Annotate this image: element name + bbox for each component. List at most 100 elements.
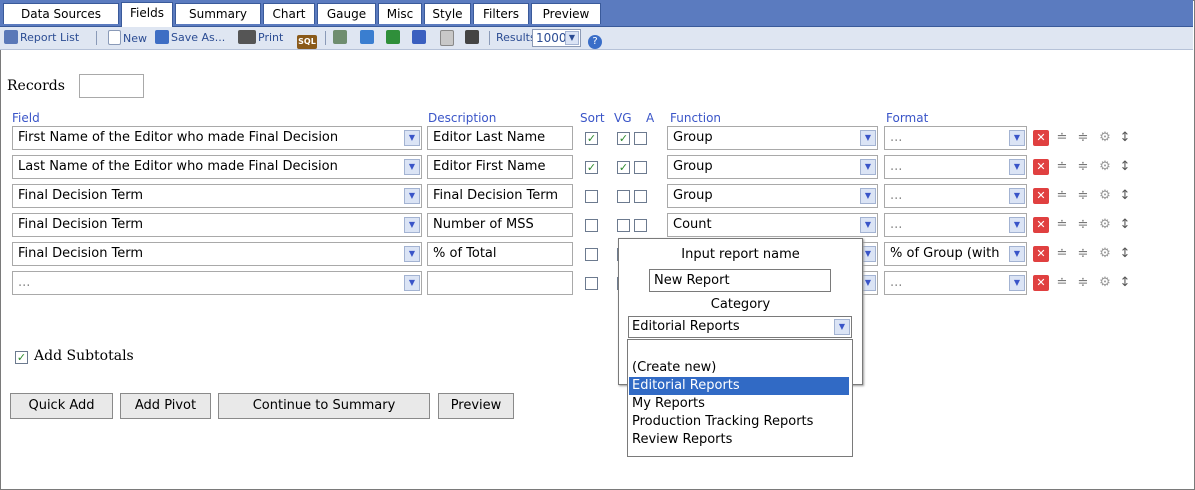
delete-row-icon[interactable]: ✕ — [1033, 246, 1049, 262]
description-input[interactable]: Number of MSS — [427, 213, 573, 237]
delete-row-icon[interactable]: ✕ — [1033, 159, 1049, 175]
move-up-icon[interactable]: ≐ — [1054, 275, 1070, 291]
field-select[interactable]: First Name of the Editor who made Final … — [12, 126, 422, 150]
description-input[interactable]: Final Decision Term — [427, 184, 573, 208]
tab-style[interactable]: Style — [424, 3, 471, 24]
quick-add-button[interactable]: Quick Add — [10, 393, 113, 419]
category-option[interactable]: Production Tracking Reports — [629, 413, 849, 431]
continue-to-summary-button[interactable]: Continue to Summary — [218, 393, 430, 419]
a-checkbox[interactable] — [634, 219, 647, 232]
drag-handle-icon[interactable]: ↕ — [1117, 217, 1133, 233]
field-select[interactable]: Final Decision Term ▼ — [12, 242, 422, 266]
function-select[interactable]: Group ▼ — [667, 155, 878, 179]
sql-button[interactable]: SQL — [297, 30, 319, 49]
format-select[interactable]: % of Group (with ▼ — [884, 242, 1027, 266]
move-down-icon[interactable]: ≑ — [1075, 275, 1091, 291]
a-checkbox[interactable] — [634, 132, 647, 145]
delete-row-icon[interactable]: ✕ — [1033, 275, 1049, 291]
tab-gauge[interactable]: Gauge — [317, 3, 376, 24]
category-option[interactable]: My Reports — [629, 395, 849, 413]
report-list-button[interactable]: Report List — [4, 30, 79, 46]
drag-handle-icon[interactable]: ↕ — [1117, 130, 1133, 146]
category-option[interactable]: Review Reports — [629, 431, 849, 449]
description-input[interactable]: % of Total — [427, 242, 573, 266]
move-down-icon[interactable]: ≑ — [1075, 130, 1091, 146]
drag-handle-icon[interactable]: ↕ — [1117, 159, 1133, 175]
format-select[interactable]: ... ▼ — [884, 184, 1027, 208]
add-subtotals-checkbox[interactable]: ✓ — [15, 351, 28, 364]
field-select[interactable]: Final Decision Term ▼ — [12, 184, 422, 208]
records-input[interactable] — [79, 74, 144, 98]
save-as-button[interactable]: Save As... — [155, 30, 225, 46]
help-button[interactable]: ? — [588, 30, 604, 49]
move-down-icon[interactable]: ≑ — [1075, 159, 1091, 175]
gear-icon[interactable]: ⚙ — [1097, 246, 1113, 262]
a-checkbox[interactable] — [634, 190, 647, 203]
description-input[interactable]: Editor Last Name — [427, 126, 573, 150]
add-pivot-button[interactable]: Add Pivot — [120, 393, 211, 419]
function-select[interactable]: Group ▼ — [667, 184, 878, 208]
tab-data-sources[interactable]: Data Sources — [3, 3, 119, 24]
field-select[interactable]: Final Decision Term ▼ — [12, 213, 422, 237]
move-up-icon[interactable]: ≐ — [1054, 246, 1070, 262]
format-select[interactable]: ... ▼ — [884, 155, 1027, 179]
vg-checkbox[interactable] — [617, 219, 630, 232]
results-select[interactable]: 1000 ▼ — [532, 29, 581, 47]
tab-preview[interactable]: Preview — [531, 3, 601, 24]
tab-fields[interactable]: Fields — [121, 2, 173, 27]
gear-icon[interactable]: ⚙ — [1097, 159, 1113, 175]
vg-checkbox[interactable] — [617, 190, 630, 203]
gear-icon[interactable]: ⚙ — [1097, 275, 1113, 291]
gear-icon[interactable]: ⚙ — [1097, 188, 1113, 204]
vg-checkbox[interactable]: ✓ — [617, 132, 630, 145]
move-up-icon[interactable]: ≐ — [1054, 159, 1070, 175]
format-select[interactable]: ... ▼ — [884, 126, 1027, 150]
category-select[interactable]: Editorial Reports ▼ — [628, 316, 852, 338]
drag-handle-icon[interactable]: ↕ — [1117, 188, 1133, 204]
sort-checkbox[interactable]: ✓ — [585, 132, 598, 145]
function-select[interactable]: Group ▼ — [667, 126, 878, 150]
preview-button[interactable]: Preview — [438, 393, 514, 419]
tab-filters[interactable]: Filters — [473, 3, 529, 24]
excel-export-button[interactable] — [386, 30, 402, 46]
a-checkbox[interactable] — [634, 161, 647, 174]
tab-misc[interactable]: Misc — [378, 3, 422, 24]
move-up-icon[interactable]: ≐ — [1054, 188, 1070, 204]
drag-handle-icon[interactable]: ↕ — [1117, 275, 1133, 291]
sort-checkbox[interactable] — [585, 277, 598, 290]
report-name-input[interactable]: New Report — [649, 269, 831, 292]
category-option[interactable]: Editorial Reports — [629, 377, 849, 395]
tab-summary[interactable]: Summary — [175, 3, 261, 24]
format-select[interactable]: ... ▼ — [884, 213, 1027, 237]
new-button[interactable]: New — [108, 30, 147, 46]
sort-checkbox[interactable]: ✓ — [585, 161, 598, 174]
sort-checkbox[interactable] — [585, 248, 598, 261]
move-down-icon[interactable]: ≑ — [1075, 246, 1091, 262]
function-select[interactable]: Count ▼ — [667, 213, 878, 237]
edit-button[interactable] — [360, 30, 376, 46]
description-input[interactable]: Editor First Name — [427, 155, 573, 179]
print-button[interactable]: Print — [238, 30, 283, 46]
word-export-button[interactable] — [412, 30, 428, 46]
format-select[interactable]: ... ▼ — [884, 271, 1027, 295]
field-select[interactable]: Last Name of the Editor who made Final D… — [12, 155, 422, 179]
move-down-icon[interactable]: ≑ — [1075, 217, 1091, 233]
tab-chart[interactable]: Chart — [263, 3, 315, 24]
export-button[interactable] — [333, 30, 349, 46]
delete-row-icon[interactable]: ✕ — [1033, 188, 1049, 204]
gear-icon[interactable]: ⚙ — [1097, 217, 1113, 233]
move-up-icon[interactable]: ≐ — [1054, 217, 1070, 233]
sort-checkbox[interactable] — [585, 219, 598, 232]
delete-row-icon[interactable]: ✕ — [1033, 217, 1049, 233]
rtf-export-button[interactable] — [465, 30, 481, 46]
gear-icon[interactable]: ⚙ — [1097, 130, 1113, 146]
move-up-icon[interactable]: ≐ — [1054, 130, 1070, 146]
sort-checkbox[interactable] — [585, 190, 598, 203]
html-export-button[interactable] — [440, 30, 456, 46]
field-select[interactable]: ... ▼ — [12, 271, 422, 295]
move-down-icon[interactable]: ≑ — [1075, 188, 1091, 204]
drag-handle-icon[interactable]: ↕ — [1117, 246, 1133, 262]
category-option[interactable]: (Create new) — [629, 359, 849, 377]
description-input[interactable] — [427, 271, 573, 295]
vg-checkbox[interactable]: ✓ — [617, 161, 630, 174]
